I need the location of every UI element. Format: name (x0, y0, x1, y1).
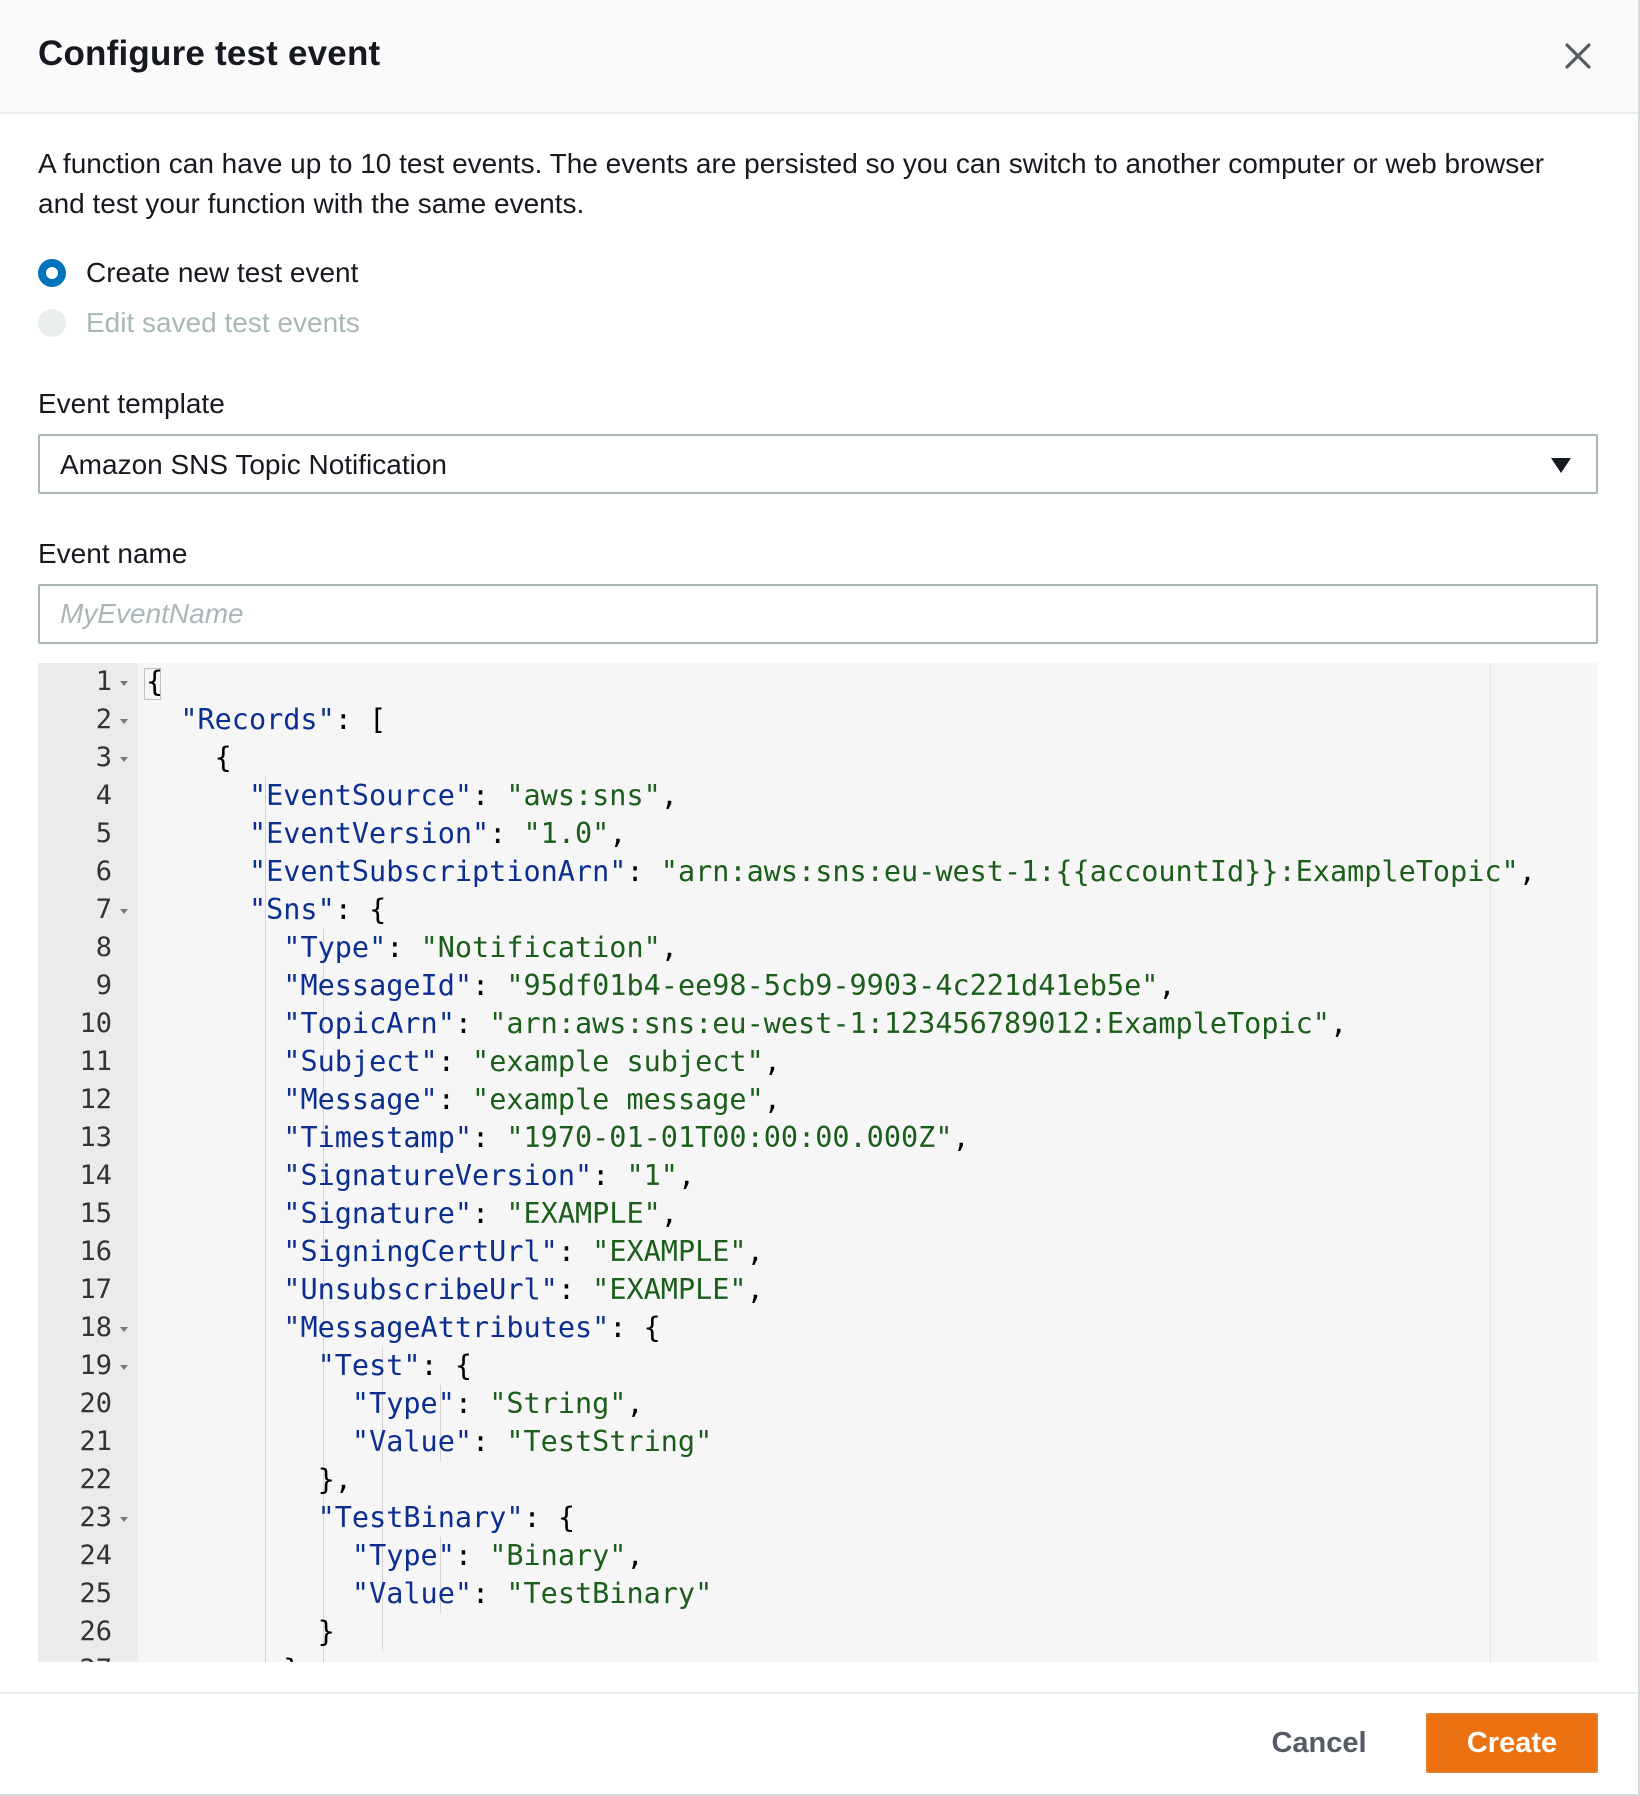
close-icon (1565, 43, 1591, 69)
code-line: } (146, 1615, 335, 1648)
code-line: "Test": { (317, 1349, 473, 1382)
code-line: "Timestamp": "1970-01-01T00:00:00.000Z", (283, 1121, 970, 1154)
line-number: 16 (79, 1236, 112, 1267)
radio-label: Edit saved test events (86, 307, 360, 338)
line-number: 3 (95, 742, 112, 773)
code-line: "Sns": { (248, 893, 387, 926)
line-number: 17 (79, 1274, 112, 1305)
code-line: "TestBinary": { (317, 1501, 575, 1534)
line-number: 18 (79, 1312, 112, 1343)
line-number: 4 (95, 780, 112, 811)
code-line: "Signature": "EXAMPLE", (283, 1197, 678, 1230)
fold-arrow-icon[interactable] (118, 716, 130, 726)
code-line: "EventSource": "aws:sns", (248, 779, 678, 812)
code-line: } (146, 1651, 300, 1662)
fold-arrow-icon[interactable] (118, 906, 130, 916)
radio-button-disabled (38, 309, 66, 337)
event-template-select[interactable]: Amazon SNS Topic Notification (38, 434, 1598, 494)
line-number: 21 (79, 1426, 112, 1457)
dialog-header: Configure test event (0, 0, 1638, 114)
radio-button-selected[interactable] (38, 259, 66, 287)
line-number: 24 (79, 1540, 112, 1571)
code-line: "Type": "Binary", (351, 1539, 644, 1572)
code-line: "Type": "String", (351, 1387, 644, 1420)
line-number: 9 (95, 970, 112, 1001)
line-number: 27 (38, 1651, 112, 1662)
line-number: 23 (79, 1502, 112, 1533)
fold-arrow-icon[interactable] (118, 1324, 130, 1334)
code-line: }, (146, 1463, 352, 1496)
line-number: 14 (79, 1160, 112, 1191)
line-number: 5 (95, 818, 112, 849)
event-template-label: Event template (38, 388, 225, 419)
line-number: 26 (79, 1616, 112, 1647)
code-line: "Type": "Notification", (283, 931, 678, 964)
line-number: 19 (79, 1350, 112, 1381)
radio-label: Create new test event (86, 257, 359, 288)
code-line: "Records": [ (180, 703, 387, 736)
configure-test-event-dialog: Configure test event A function can have… (0, 0, 1640, 1796)
line-number: 13 (79, 1122, 112, 1153)
code-line: "Value": "TestString" (351, 1425, 713, 1458)
fold-arrow-icon[interactable] (118, 678, 130, 688)
footer-divider (0, 1692, 1638, 1694)
code-line: "MessageId": "95df01b4-ee98-5cb9-9903-4c… (283, 969, 1176, 1002)
event-template-value: Amazon SNS Topic Notification (60, 449, 447, 480)
code-line: { (146, 741, 232, 774)
code-line: "Message": "example message", (283, 1083, 781, 1116)
line-number: 25 (79, 1578, 112, 1609)
line-number: 1 (95, 666, 112, 697)
code-line: "SignatureVersion": "1", (283, 1159, 696, 1192)
line-number: 11 (79, 1046, 112, 1077)
dialog-title: Configure test event (38, 34, 381, 73)
json-code-editor[interactable]: 1 2 3 4 5 6 7 8 9 10 11 12 13 14 15 16 17 18 19 20 21 22 23 24 2… (38, 663, 1598, 1662)
code-line: "Subject": "example subject", (283, 1045, 781, 1078)
code-line: "MessageAttributes": { (283, 1311, 661, 1344)
editor-print-margin (1490, 663, 1491, 1662)
radio-create-new-test-event[interactable]: Create new test event (38, 253, 358, 293)
cancel-button[interactable]: Cancel (1244, 1713, 1394, 1773)
code-line: "SigningCertUrl": "EXAMPLE", (283, 1235, 764, 1268)
line-number: 8 (95, 932, 112, 963)
line-number: 22 (79, 1464, 112, 1495)
code-line: "TopicArn": "arn:aws:sns:eu-west-1:12345… (283, 1007, 1348, 1040)
line-number: 2 (95, 704, 112, 735)
fold-arrow-icon[interactable] (118, 754, 130, 764)
create-button[interactable]: Create (1426, 1713, 1598, 1773)
code-line: "Value": "TestBinary" (351, 1577, 713, 1610)
fold-arrow-icon[interactable] (118, 1362, 130, 1372)
code-line: "EventVersion": "1.0", (248, 817, 627, 850)
line-number: 10 (79, 1008, 112, 1039)
code-line: { (146, 665, 164, 698)
line-number: 12 (79, 1084, 112, 1115)
event-name-label: Event name (38, 538, 188, 569)
line-number: 15 (79, 1198, 112, 1229)
line-number: 6 (95, 856, 112, 887)
line-number: 7 (95, 894, 112, 925)
event-name-input[interactable] (38, 584, 1598, 644)
line-number: 20 (79, 1388, 112, 1419)
code-line: "EventSubscriptionArn": "arn:aws:sns:eu-… (248, 855, 1536, 888)
close-button[interactable] (1558, 36, 1598, 76)
caret-down-icon (1551, 458, 1571, 473)
code-line: "UnsubscribeUrl": "EXAMPLE", (283, 1273, 764, 1306)
dialog-description: A function can have up to 10 test events… (38, 148, 1545, 219)
fold-arrow-icon[interactable] (118, 1514, 130, 1524)
radio-edit-saved-test-events: Edit saved test events (38, 303, 360, 343)
